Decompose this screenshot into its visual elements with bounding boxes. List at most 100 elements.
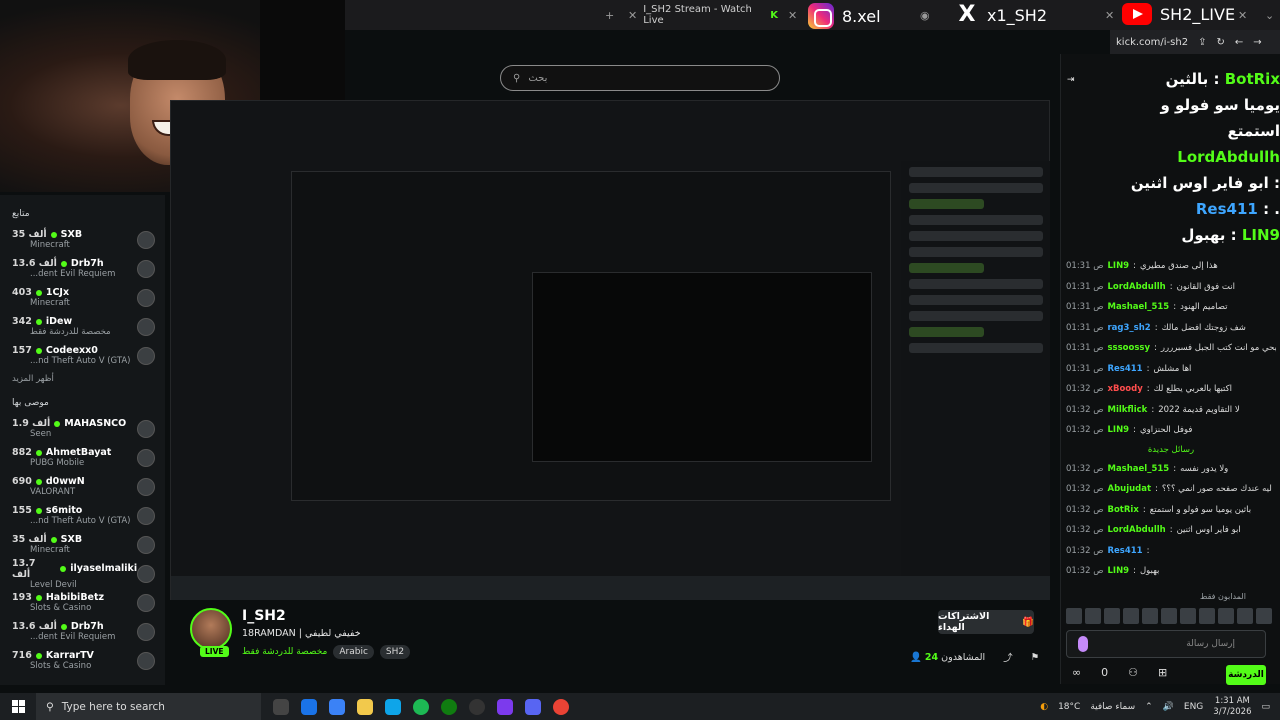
avatar	[137, 230, 155, 249]
new-messages-divider: رسائل جديدة	[1147, 444, 1195, 455]
more-icon[interactable]: ⚑	[1031, 652, 1040, 663]
emote-picker-icon[interactable]	[1078, 636, 1088, 652]
clock[interactable]: 1:31 AM 3/7/2026	[1213, 696, 1251, 718]
gift-icon: 🎁	[1022, 616, 1034, 628]
avatar	[137, 593, 155, 612]
obs-icon[interactable]	[469, 698, 485, 715]
avatar	[137, 317, 155, 336]
live-badge: LIVE	[200, 646, 229, 657]
video-player[interactable]	[170, 100, 1050, 600]
user-icon: 👤	[910, 651, 922, 663]
chat-message: 01:31 ص LordAbdullh: انت فوق القانون	[1066, 281, 1235, 292]
sidebar-channel[interactable]: 716 KarrarTV Slots & Casino	[0, 646, 165, 675]
sidebar-channel[interactable]: 342 iDew مخصصة للدردشة فقط	[0, 312, 165, 341]
sidebar-channel[interactable]: 35 ألف SXB Minecraft	[0, 530, 165, 559]
chat-input[interactable]: إرسال رسالة	[1066, 630, 1266, 658]
chat-message: 01:32 ص Milkflick: لا التقاويم قديمة 2022	[1066, 404, 1240, 415]
youtube-icon	[1122, 3, 1152, 25]
show-more-link[interactable]: أظهر المزيد	[0, 370, 165, 394]
sidebar-channel[interactable]: 13.7 ألف ilyaselmaliki Level Devil	[0, 558, 165, 590]
weather-icon[interactable]: ◐	[1040, 702, 1048, 712]
avatar	[137, 448, 155, 467]
chat-message: 01:32 ص BotRix: باثين يوميا سو فولو و است…	[1066, 504, 1252, 515]
tray-chevron-icon[interactable]: ⌃	[1145, 702, 1153, 712]
sidebar-recommended-title: موصى بها	[12, 398, 49, 408]
x-handle: X x1_SH2	[955, 2, 1048, 27]
sidebar-channel[interactable]: 157 Codeexx0 ...nd Theft Auto V (GTA)	[0, 341, 165, 370]
chat-overlay: بالثين : BotRix يوميا سو فولو و استمتع L…	[1130, 70, 1280, 244]
streamer-name[interactable]: I_SH2	[242, 608, 410, 624]
sidebar-channel[interactable]: 882 AhmetBayat PUBG Mobile	[0, 443, 165, 472]
avatar	[137, 506, 155, 525]
avatar[interactable]: LIVE	[190, 608, 232, 657]
chevron-down-icon[interactable]: ⌄	[1265, 4, 1274, 26]
tab-stream[interactable]: ✕ I_SH2 Stream - Watch Live K	[628, 4, 778, 26]
streamer-info: LIVE I_SH2 18RAMDAN | خفيفي لطيفي مخصصة …	[190, 608, 411, 659]
taskbar-search-input[interactable]: ⚲ Type here to search	[36, 693, 261, 720]
app-icon[interactable]	[497, 698, 513, 715]
avatar	[137, 346, 155, 365]
refresh-icon[interactable]: ↻	[1216, 37, 1224, 48]
sidebar-channel[interactable]: 35 ألف SXB Minecraft	[0, 225, 165, 254]
tab-close-2[interactable]: ✕	[788, 4, 797, 26]
share-icon[interactable]: ⇪	[1198, 37, 1206, 48]
chat-message: 01:31 ص Res411: اها مشلش	[1066, 363, 1192, 374]
sidebar-channel[interactable]: 13.6 ألف Drb7h ...dent Evil Requiem	[0, 617, 165, 646]
sidebar-channel[interactable]: 155 s6mito ...nd Theft Auto V (GTA)	[0, 501, 165, 530]
sidebar-channel[interactable]: 403 1CJx Minecraft	[0, 283, 165, 312]
chat-messages: 01:31 ص LIN9: هذا إلى صندق مطيري 01:31 صL…	[1066, 256, 1276, 582]
avatar	[137, 477, 155, 496]
avatar	[137, 622, 155, 641]
new-tab-button[interactable]: +	[605, 4, 614, 26]
new-tab-button-2[interactable]: ✕	[1238, 4, 1247, 26]
stream-category[interactable]: مخصصة للدردشة فقط	[242, 647, 327, 657]
edge-icon[interactable]	[385, 698, 401, 715]
emote-bar[interactable]	[1066, 608, 1272, 624]
send-chat-button[interactable]: الدردشة	[1226, 665, 1266, 685]
gift-subs-button[interactable]: الاشتراكات الهداء 🎁	[938, 610, 1034, 634]
back-icon[interactable]: ←	[1235, 37, 1243, 48]
emote-icon[interactable]: ∞	[1072, 666, 1081, 679]
chat-message: 01:31 ص rag3_sh2: شف زوجتك افضل مالك	[1066, 322, 1246, 333]
tag[interactable]: Arabic	[333, 645, 374, 659]
tab-close-3[interactable]: ◉	[920, 4, 930, 26]
chat-message: 01:31 ص Mashael_515: تصاميم الهنود	[1066, 302, 1228, 313]
close-icon[interactable]: ✕	[628, 9, 637, 22]
chat-message: 01:32 ص Mashael_515: ولا يدور نفسه	[1066, 463, 1229, 474]
sidebar-channel[interactable]: 193 HabibiBetz Slots & Casino	[0, 588, 165, 617]
chat-message: 01:32 ص LordAbdullh: ابو فاير اوس اثنين	[1066, 525, 1241, 536]
task-view-icon[interactable]	[273, 698, 289, 715]
play-icon[interactable]	[329, 698, 345, 715]
search-input[interactable]: ⚲ بحث	[500, 65, 780, 91]
notification-icon[interactable]: ▭	[1261, 702, 1270, 712]
tab-close-4[interactable]: ✕	[1105, 4, 1114, 26]
nested-screen-capture	[170, 100, 1050, 600]
sidebar: متابع 35 ألف SXB Minecraft 13.6 ألف Drb7h..…	[0, 195, 165, 685]
x-logo-icon: X	[958, 2, 976, 27]
volume-icon[interactable]: 🔊	[1163, 702, 1174, 712]
gift-icon[interactable]: ⊞	[1158, 666, 1167, 679]
avatar	[137, 288, 155, 307]
user-list-icon[interactable]: ⚇	[1128, 666, 1138, 679]
spotify-icon[interactable]	[413, 698, 429, 715]
sidebar-channel[interactable]: 13.6 ألف Drb7h ...dent Evil Requiem	[0, 254, 165, 283]
folder-icon[interactable]	[357, 698, 373, 715]
sidebar-channel[interactable]: 1.9 ألف MAHASNCO Seen	[0, 414, 165, 443]
address-bar[interactable]: kick.com/i-sh2 ⇪ ↻ ← →	[1110, 30, 1280, 54]
stream-title: 18RAMDAN | خفيفي لطيفي	[242, 628, 361, 639]
share-icon[interactable]: ⤴	[1003, 650, 1013, 664]
sidebar-channel[interactable]: 690 d0wwN VALORANT	[0, 472, 165, 501]
chrome-active-icon[interactable]	[553, 698, 569, 715]
discord-icon[interactable]	[525, 698, 541, 715]
followers-only-label: المدابون فقط	[1200, 592, 1246, 601]
chat-message: 01:31 ص sssoossy: يحي مو انت كتب الجبل فس…	[1066, 343, 1276, 354]
tag[interactable]: SH2	[379, 645, 411, 659]
chat-message: 01:32 ص Res411:	[1066, 545, 1150, 556]
xbox-icon[interactable]	[441, 698, 457, 715]
chat-message: 01:32 ص LIN9: بهبول	[1066, 566, 1160, 577]
chat-actions: ∞ 0 ⚇ ⊞ ⚙	[1072, 666, 1237, 679]
collapse-chat-icon[interactable]: ⇥	[1067, 75, 1075, 85]
forward-icon[interactable]: →	[1253, 37, 1261, 48]
chrome-icon[interactable]	[301, 698, 317, 715]
windows-start-icon[interactable]	[0, 700, 36, 713]
